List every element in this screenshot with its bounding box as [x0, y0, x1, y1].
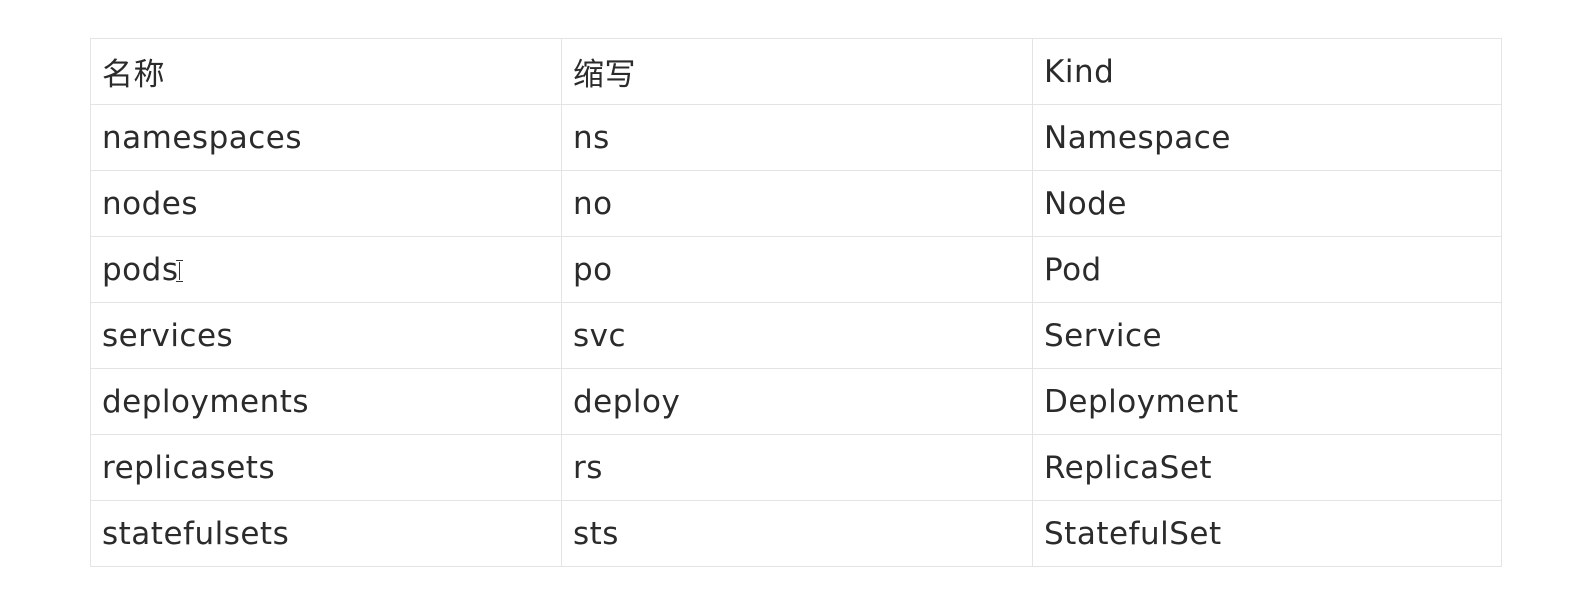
table-row: statefulsets sts StatefulSet — [90, 500, 1502, 567]
resource-abbreviation-table: 名称 缩写 Kind namespaces ns Namespace nodes… — [90, 38, 1502, 567]
table-header-row: 名称 缩写 Kind — [90, 38, 1502, 105]
cell-name[interactable]: replicasets — [90, 434, 562, 501]
header-name[interactable]: 名称 — [90, 38, 562, 105]
cell-abbreviation[interactable]: deploy — [561, 368, 1033, 435]
cell-kind[interactable]: Deployment — [1032, 368, 1502, 435]
cell-name[interactable]: nodes — [90, 170, 562, 237]
table-row: deployments deploy Deployment — [90, 368, 1502, 435]
table-row: nodes no Node — [90, 170, 1502, 237]
cell-name[interactable]: statefulsets — [90, 500, 562, 567]
cell-kind[interactable]: StatefulSet — [1032, 500, 1502, 567]
cell-abbreviation[interactable]: ns — [561, 104, 1033, 171]
cell-name[interactable]: namespaces — [90, 104, 562, 171]
header-abbreviation[interactable]: 缩写 — [561, 38, 1033, 105]
cell-abbreviation[interactable]: sts — [561, 500, 1033, 567]
cell-kind[interactable]: Service — [1032, 302, 1502, 369]
cell-kind[interactable]: Pod — [1032, 236, 1502, 303]
table-row: services svc Service — [90, 302, 1502, 369]
cell-kind[interactable]: Namespace — [1032, 104, 1502, 171]
cell-name-text: pods — [102, 251, 179, 288]
table-row: replicasets rs ReplicaSet — [90, 434, 1502, 501]
cell-abbreviation[interactable]: rs — [561, 434, 1033, 501]
table-row: namespaces ns Namespace — [90, 104, 1502, 171]
cell-kind[interactable]: Node — [1032, 170, 1502, 237]
cell-kind[interactable]: ReplicaSet — [1032, 434, 1502, 501]
cell-abbreviation[interactable]: no — [561, 170, 1033, 237]
text-cursor-icon — [176, 259, 184, 282]
cell-abbreviation[interactable]: svc — [561, 302, 1033, 369]
cell-name[interactable]: deployments — [90, 368, 562, 435]
header-kind[interactable]: Kind — [1032, 38, 1502, 105]
resource-table-container: 名称 缩写 Kind namespaces ns Namespace nodes… — [90, 38, 1502, 567]
cell-name[interactable]: pods — [90, 236, 562, 303]
table-row: pods po Pod — [90, 236, 1502, 303]
cell-name[interactable]: services — [90, 302, 562, 369]
cell-abbreviation[interactable]: po — [561, 236, 1033, 303]
